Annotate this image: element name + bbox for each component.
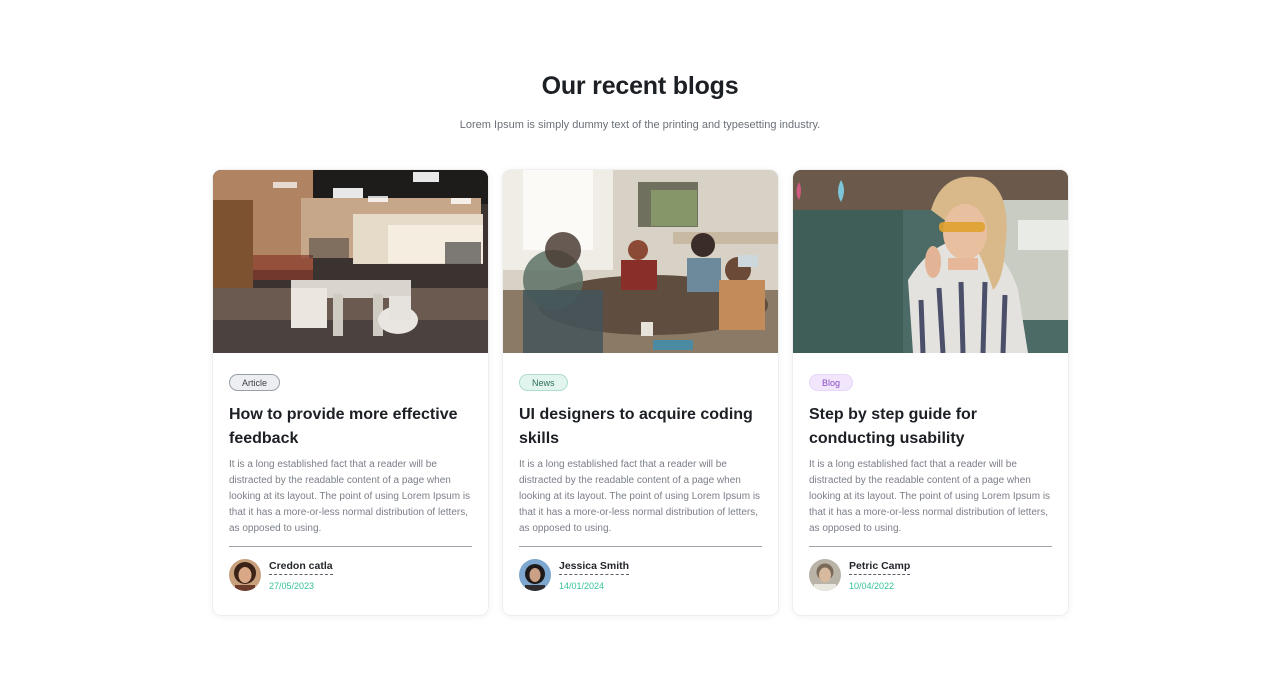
section-title: Our recent blogs xyxy=(541,72,739,100)
post-date: 14/01/2024 xyxy=(559,581,605,591)
card-divider xyxy=(809,546,1052,547)
post-title[interactable]: Step by step guide for conducting usabil… xyxy=(809,403,1054,451)
blog-card[interactable]: Blog Step by step guide for conducting u… xyxy=(793,170,1068,615)
post-date: 27/05/2023 xyxy=(269,581,315,591)
post-excerpt: It is a long established fact that a rea… xyxy=(519,459,761,534)
post-category-tag[interactable]: Blog xyxy=(809,374,854,391)
post-title[interactable]: How to provide more effective feedback xyxy=(229,403,474,451)
author-name[interactable]: Credon catla xyxy=(269,560,333,575)
blog-card-image[interactable] xyxy=(213,170,488,353)
blog-card-image[interactable] xyxy=(503,170,778,353)
post-title[interactable]: UI designers to acquire coding skills xyxy=(519,403,764,451)
author-avatar xyxy=(519,559,551,591)
author-avatar xyxy=(229,559,261,591)
post-date: 10/04/2022 xyxy=(849,581,895,591)
author-name[interactable]: Jessica Smith xyxy=(559,560,630,575)
post-excerpt: It is a long established fact that a rea… xyxy=(229,459,471,534)
section-subtitle: Lorem Ipsum is simply dummy text of the … xyxy=(459,119,821,131)
post-category-tag[interactable]: News xyxy=(519,374,568,391)
author-name[interactable]: Petric Camp xyxy=(849,560,911,575)
blog-card[interactable]: Article How to provide more effective fe… xyxy=(213,170,488,615)
blog-card[interactable]: News UI designers to acquire coding skil… xyxy=(503,170,778,615)
street-portrait-photo xyxy=(793,170,1068,353)
card-divider xyxy=(229,546,472,547)
post-category-tag[interactable]: Article xyxy=(229,374,281,391)
card-divider xyxy=(519,546,762,547)
author-avatar xyxy=(809,559,841,591)
office-photo xyxy=(213,170,488,353)
blog-section: Our recent blogs Lorem Ipsum is simply d… xyxy=(0,0,1280,690)
meeting-photo xyxy=(503,170,778,353)
blog-card-image[interactable] xyxy=(793,170,1068,353)
post-excerpt: It is a long established fact that a rea… xyxy=(809,459,1051,534)
